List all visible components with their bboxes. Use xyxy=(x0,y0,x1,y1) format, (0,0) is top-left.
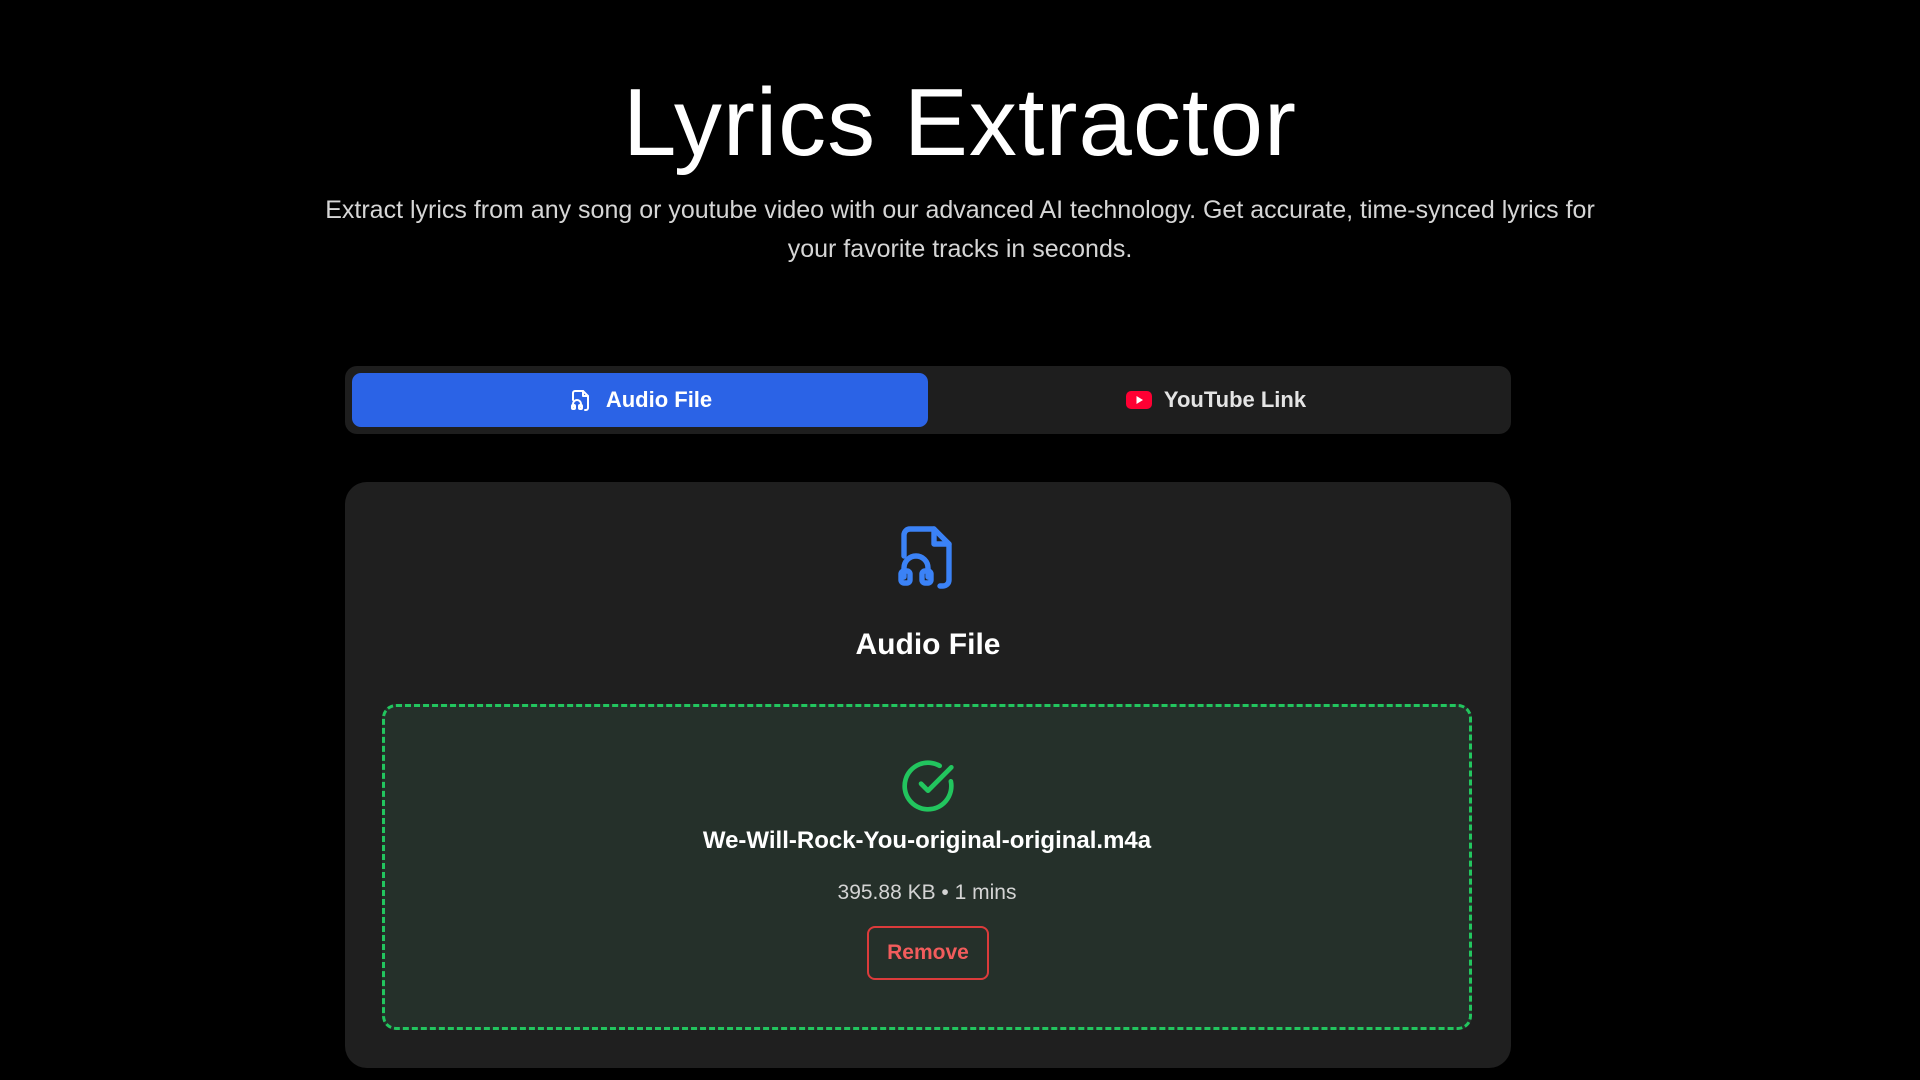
audio-file-icon xyxy=(892,520,964,592)
page-title: Lyrics Extractor xyxy=(623,69,1297,176)
tab-audio-file[interactable]: Audio File xyxy=(352,373,928,427)
source-tabs: Audio File YouTube Link xyxy=(345,366,1511,434)
tab-audio-file-label: Audio File xyxy=(605,387,713,412)
card-title: Audio File xyxy=(855,628,1001,661)
youtube-icon xyxy=(1125,387,1152,413)
tab-youtube-link-label: YouTube Link xyxy=(1163,387,1307,412)
check-circle-icon xyxy=(900,758,956,814)
page-subtitle: Extract lyrics from any song or youtube … xyxy=(325,196,1595,263)
file-meta: 395.88 KB • 1 mins xyxy=(837,881,1017,904)
audio-file-icon xyxy=(568,387,594,413)
upload-card: Audio File We-Will-Rock-You-original-ori… xyxy=(345,482,1511,1068)
tab-youtube-link[interactable]: YouTube Link xyxy=(928,373,1504,427)
file-name: We-Will-Rock-You-original-original.m4a xyxy=(702,827,1152,854)
page: Lyrics Extractor Extract lyrics from any… xyxy=(0,0,1920,1080)
file-dropzone[interactable]: We-Will-Rock-You-original-original.m4a 3… xyxy=(382,704,1472,1030)
remove-button[interactable]: Remove xyxy=(867,926,989,980)
